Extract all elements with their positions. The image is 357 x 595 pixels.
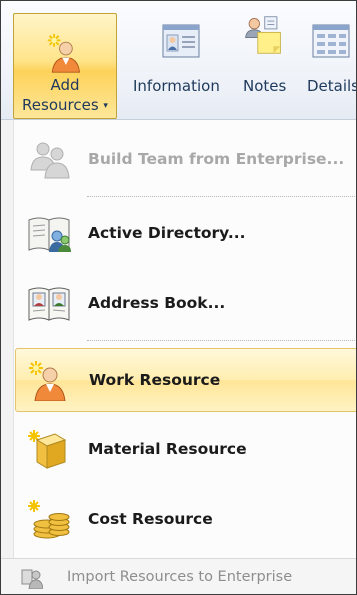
team-icon	[30, 142, 70, 179]
add-resources-label-line2: Resources ▾	[22, 96, 108, 114]
details-grid-icon	[312, 24, 350, 58]
import-resources-icon	[21, 569, 43, 589]
menu-item-label: Active Directory...	[88, 224, 246, 242]
menu-item-label: Material Resource	[88, 440, 247, 458]
menu-item-work-resource[interactable]: Work Resource	[15, 348, 356, 412]
directory-book-icon	[28, 217, 71, 252]
add-resources-button[interactable]: Add Resources ▾	[13, 13, 117, 119]
add-resources-dropdown-menu: Build Team from Enterprise... Active Dir…	[1, 120, 356, 594]
cost-resource-icon	[28, 500, 70, 539]
menu-item-label: Build Team from Enterprise...	[88, 150, 345, 168]
menu-item-cost-resource[interactable]: Cost Resource	[15, 488, 356, 550]
add-person-icon	[47, 34, 81, 73]
menu-item-material-resource[interactable]: Material Resource	[15, 418, 356, 480]
menu-item-build-team[interactable]: Build Team from Enterprise...	[15, 128, 356, 190]
menu-icon-gutter	[1, 120, 14, 594]
menu-separator	[87, 196, 355, 197]
notes-label: Notes	[243, 77, 287, 95]
chevron-down-icon: ▾	[103, 101, 108, 111]
resource-window: Add Resources ▾ Information Notes Detail…	[0, 0, 357, 595]
work-resource-icon	[29, 361, 66, 401]
information-button[interactable]: Information	[127, 1, 237, 117]
menu-item-address-book[interactable]: Address Book...	[15, 272, 356, 334]
menu-item-label: Cost Resource	[88, 510, 213, 528]
menu-item-label: Work Resource	[89, 371, 221, 389]
menu-item-label: Address Book...	[88, 294, 226, 312]
notes-button[interactable]: Notes	[239, 1, 297, 117]
menu-item-active-directory[interactable]: Active Directory...	[15, 202, 356, 264]
menu-separator	[87, 340, 355, 341]
import-resources-label: Import Resources to Enterprise	[67, 569, 293, 585]
add-resources-label-line1: Add	[50, 76, 80, 94]
information-label: Information	[133, 77, 220, 95]
import-resources-command[interactable]: Import Resources to Enterprise	[1, 558, 356, 594]
details-label: Details	[307, 77, 357, 95]
notes-icon	[245, 16, 281, 54]
ribbon: Add Resources ▾ Information Notes Detail…	[1, 1, 356, 120]
details-button[interactable]: Details	[305, 1, 357, 117]
address-book-icon	[28, 287, 70, 321]
information-card-icon	[162, 24, 200, 58]
material-resource-icon	[28, 430, 67, 469]
